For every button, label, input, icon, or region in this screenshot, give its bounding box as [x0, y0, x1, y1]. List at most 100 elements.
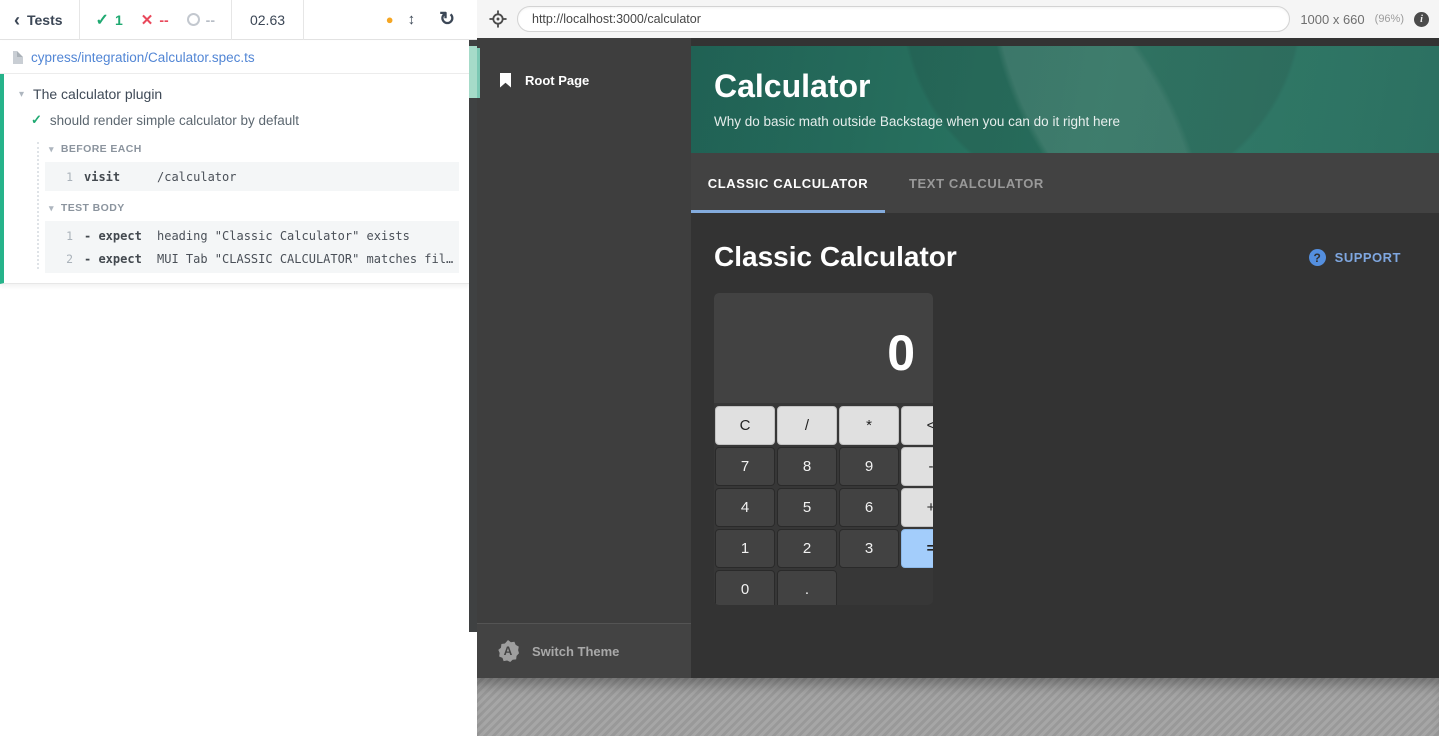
theme-badge-icon: A [497, 640, 519, 662]
circle-icon [187, 13, 200, 26]
command-number: 1 [45, 229, 73, 243]
info-icon[interactable]: i [1414, 12, 1429, 27]
selector-playground-icon[interactable] [489, 10, 507, 28]
key-0[interactable]: 0 [715, 570, 775, 605]
command-row-expect-2[interactable]: 2 - expect MUI Tab "CLASSIC CALCULATOR" … [45, 247, 459, 270]
switch-theme-label: Switch Theme [532, 644, 619, 659]
command-block: 1 - expect heading "Classic Calculator" … [45, 221, 459, 273]
key-8[interactable]: 8 [777, 447, 837, 486]
calculator-keypad: C / * < 7 8 9 - 4 5 6 + 1 [714, 405, 933, 605]
key-equals[interactable]: = [901, 529, 933, 568]
back-to-tests-button[interactable]: ‹ Tests [0, 0, 79, 39]
section-label: BEFORE EACH [61, 143, 142, 155]
key-4[interactable]: 4 [715, 488, 775, 527]
command-name: - expect [73, 229, 157, 243]
passed-stat: ✓ 1 [96, 10, 123, 30]
cypress-toolbar: ‹ Tests ✓ 1 ✕ -- -- 02.63 [0, 0, 477, 40]
tab-label: TEXT CALCULATOR [909, 176, 1044, 191]
tab-label: CLASSIC CALCULATOR [708, 176, 869, 191]
test-attempt-log: ▾ BEFORE EACH 1 visit /calculator ▾ TEST… [37, 140, 469, 273]
chevron-left-icon: ‹ [14, 11, 20, 29]
key-3[interactable]: 3 [839, 529, 899, 568]
divider [303, 0, 304, 40]
tab-bar: CLASSIC CALCULATOR TEXT CALCULATOR [691, 153, 1439, 213]
test-suite-block: ▾ The calculator plugin ✓ should render … [0, 74, 469, 284]
command-block: 1 visit /calculator [45, 162, 459, 191]
key-backspace[interactable]: < [901, 406, 933, 445]
rerun-tests-icon[interactable]: ↻ [439, 8, 455, 31]
question-mark-icon: ? [1309, 249, 1326, 266]
failed-count: -- [159, 12, 168, 28]
test-title: should render simple calculator by defau… [50, 113, 299, 128]
runner-scrollbar-track[interactable] [469, 40, 477, 632]
backstage-main: Calculator Why do basic math outside Bac… [691, 38, 1439, 678]
command-row-visit[interactable]: 1 visit /calculator [45, 165, 459, 188]
spec-file-link[interactable]: cypress/integration/Calculator.spec.ts [31, 50, 255, 65]
aut-panel: http://localhost:3000/calculator 1000 x … [477, 0, 1439, 736]
command-message: MUI Tab "CLASSIC CALCULATOR" matches fil… [157, 252, 459, 266]
command-number: 1 [45, 170, 73, 184]
keypad-filler [839, 570, 933, 605]
key-9[interactable]: 9 [839, 447, 899, 486]
calculator-display: 0 [714, 293, 933, 403]
aut-url-bar: http://localhost:3000/calculator 1000 x … [477, 0, 1439, 38]
key-clear[interactable]: C [715, 406, 775, 445]
runner-scrollbar-thumb[interactable] [469, 46, 477, 98]
back-to-tests-label: Tests [27, 12, 63, 28]
test-title-row[interactable]: ✓ should render simple calculator by def… [4, 102, 469, 128]
url-text: http://localhost:3000/calculator [532, 12, 701, 26]
section-label: TEST BODY [61, 202, 125, 214]
switch-theme-button[interactable]: A Switch Theme [477, 623, 691, 678]
check-icon: ✓ [96, 10, 109, 30]
suite-title-row[interactable]: ▾ The calculator plugin [4, 74, 469, 102]
page-subtitle: Why do basic math outside Backstage when… [714, 114, 1120, 129]
support-label: SUPPORT [1335, 250, 1401, 265]
key-6[interactable]: 6 [839, 488, 899, 527]
command-row-expect-1[interactable]: 1 - expect heading "Classic Calculator" … [45, 224, 459, 247]
key-divide[interactable]: / [777, 406, 837, 445]
test-stats: ✓ 1 ✕ -- -- [80, 0, 231, 39]
viewport-zoom-label: (96%) [1375, 13, 1404, 25]
check-icon: ✓ [31, 112, 42, 128]
key-decimal[interactable]: . [777, 570, 837, 605]
key-5[interactable]: 5 [777, 488, 837, 527]
calculator-widget: 0 C / * < 7 8 9 - 4 5 [714, 293, 933, 605]
sidebar-item-root-page[interactable]: Root Page [477, 60, 691, 100]
test-duration: 02.63 [232, 0, 303, 39]
cypress-runner-panel: ‹ Tests ✓ 1 ✕ -- -- 02.63 [0, 0, 477, 736]
key-minus[interactable]: - [901, 447, 933, 486]
tab-classic-calculator[interactable]: CLASSIC CALCULATOR [691, 153, 885, 213]
key-2[interactable]: 2 [777, 529, 837, 568]
key-plus[interactable]: + [901, 488, 933, 527]
scroll-arrows-icon[interactable]: ↕ [408, 11, 416, 28]
key-7[interactable]: 7 [715, 447, 775, 486]
page-title: Calculator [714, 68, 870, 105]
caret-down-icon: ▾ [49, 203, 54, 214]
command-number: 2 [45, 252, 73, 266]
command-name: visit [73, 170, 157, 184]
failed-stat: ✕ -- [141, 11, 169, 29]
section-test-body[interactable]: ▾ TEST BODY [37, 199, 469, 219]
support-button[interactable]: ? SUPPORT [1309, 249, 1401, 266]
key-1[interactable]: 1 [715, 529, 775, 568]
caret-down-icon: ▾ [49, 144, 54, 155]
page-header: Calculator Why do basic math outside Bac… [691, 46, 1439, 153]
tab-text-calculator[interactable]: TEXT CALCULATOR [885, 153, 1068, 213]
cross-icon: ✕ [141, 11, 154, 29]
passed-count: 1 [115, 12, 123, 28]
backstage-sidebar: Root Page A Switch Theme [477, 38, 691, 678]
section-before-each[interactable]: ▾ BEFORE EACH [37, 140, 469, 160]
pending-count: -- [206, 12, 215, 28]
url-input[interactable]: http://localhost:3000/calculator [517, 6, 1290, 32]
file-icon [13, 51, 23, 64]
command-message: heading "Classic Calculator" exists [157, 229, 459, 243]
toolbar-right-icons: ● ↕ ↻ [386, 8, 477, 31]
key-multiply[interactable]: * [839, 406, 899, 445]
caret-down-icon: ▾ [19, 89, 24, 100]
viewport-size-label: 1000 x 660 [1300, 12, 1364, 27]
auto-scroll-dot-icon: ● [386, 13, 394, 26]
app-under-test: Root Page A Switch Theme Calculator Why … [477, 38, 1439, 678]
screen: ‹ Tests ✓ 1 ✕ -- -- 02.63 [0, 0, 1439, 736]
content-heading: Classic Calculator [714, 241, 957, 273]
command-name: - expect [73, 252, 157, 266]
